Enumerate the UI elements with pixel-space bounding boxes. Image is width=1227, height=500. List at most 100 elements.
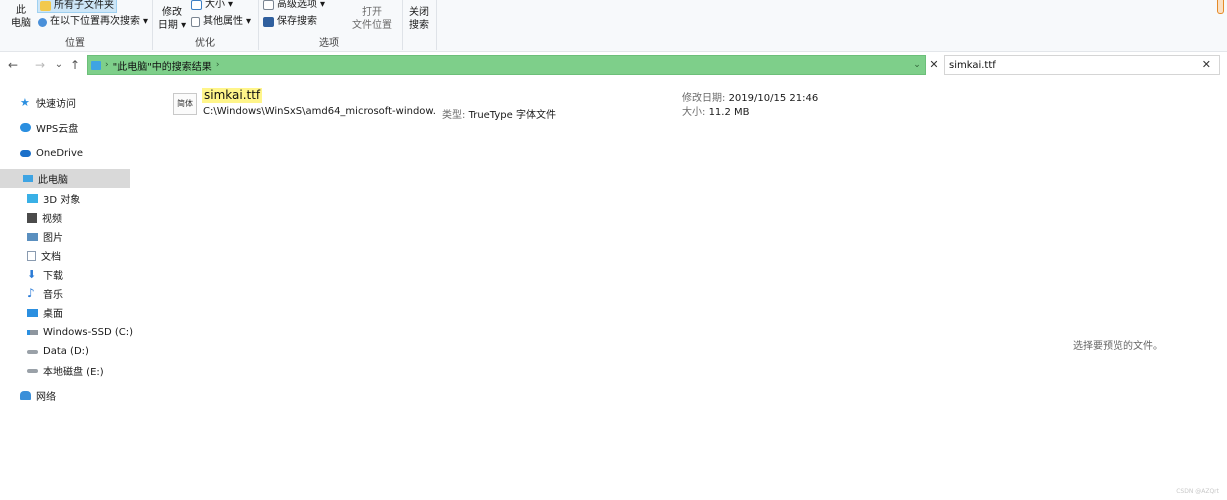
advanced-options-button[interactable]: 高级选项 ▾ (263, 0, 325, 11)
close-search-button[interactable]: 关闭 搜索 (403, 6, 435, 32)
group-label-location: 位置 (65, 38, 85, 49)
open-location-label-2: 文件位置 (352, 20, 392, 31)
sidebar-item-label: 网络 (36, 392, 56, 403)
search-again-button[interactable]: 在以下位置再次搜索 ▾ (38, 16, 148, 28)
download-icon: ⬇ (27, 268, 37, 281)
search-again-label: 在以下位置再次搜索 (50, 16, 140, 27)
ribbon-group-location: 此 电脑 所有子文件夹 在以下位置再次搜索 ▾ 位置 (0, 0, 150, 52)
sidebar-item-network[interactable]: 网络 (0, 386, 130, 405)
properties-icon (191, 17, 200, 27)
sidebar-item-label: 快速访问 (36, 99, 76, 110)
navigation-bar: ← → ⌄ ↑ › "此电脑"中的搜索结果 › ⌄ ✕ simkai.ttf ✕ (0, 55, 1227, 76)
modified-label-2: 日期 (157, 20, 178, 31)
watermark: CSDN @AZQrt (1176, 488, 1219, 495)
ribbon-group-optimize: 修改 日期 ▾ 大小 ▾ 其他属性 ▾ 优化 (153, 0, 257, 52)
sidebar-item-label: 文档 (41, 252, 61, 263)
desktop-icon (27, 308, 38, 317)
sidebar-item-label: 此电脑 (38, 175, 68, 186)
dropdown-arrow-icon: ▾ (320, 0, 326, 10)
save-icon (263, 17, 274, 27)
dropdown-arrow-icon: ▾ (246, 16, 252, 27)
close-search-label-2: 搜索 (409, 20, 429, 31)
stop-search-icon[interactable]: ✕ (928, 56, 940, 74)
computer-icon (23, 175, 33, 182)
computer-icon (91, 60, 101, 70)
other-properties-label: 其他属性 (203, 16, 243, 27)
address-history-dropdown-icon[interactable]: ⌄ (910, 57, 924, 73)
preview-pane-message: 选择要预览的文件。 (1073, 341, 1163, 352)
dropdown-arrow-icon: ▾ (143, 16, 149, 27)
file-name[interactable]: simkai.ttf (202, 88, 263, 103)
recent-locations-button[interactable]: ⌄ (52, 57, 66, 73)
ribbon-scroll-handle[interactable] (1217, 0, 1224, 14)
sidebar-item-downloads[interactable]: ⬇ 下载 (0, 265, 130, 284)
other-properties-button[interactable]: 其他属性 ▾ (191, 16, 251, 28)
sidebar-item-label: Data (D:) (43, 346, 89, 357)
breadcrumb-chevron-icon[interactable]: › (105, 60, 109, 70)
sidebar-item-onedrive[interactable]: OneDrive (0, 144, 130, 163)
up-button[interactable]: ↑ (68, 57, 82, 73)
open-file-location-button[interactable]: 打开 文件位置 (347, 6, 397, 32)
pictures-icon (27, 232, 38, 241)
sidebar-item-label: 桌面 (43, 309, 63, 320)
star-icon: ★ (20, 96, 30, 109)
modified-date-button[interactable]: 修改 日期 ▾ (157, 6, 187, 32)
modified-date-row: 修改日期: 2019/10/15 21:46 (682, 92, 818, 106)
this-pc-button[interactable]: 此 电脑 (8, 4, 34, 30)
sidebar-item-wps-cloud[interactable]: WPS云盘 (0, 118, 130, 137)
sidebar-item-drive-e[interactable]: 本地磁盘 (E:) (0, 361, 130, 380)
music-icon: ♪ (27, 286, 35, 300)
save-search-button[interactable]: 保存搜索 (263, 16, 317, 28)
sidebar-item-pictures[interactable]: 图片 (0, 227, 130, 246)
sidebar-item-3d-objects[interactable]: 3D 对象 (0, 189, 130, 208)
file-type-label: 类型: (442, 110, 466, 121)
sidebar-item-label: 3D 对象 (43, 195, 81, 206)
sidebar-item-label: 视频 (42, 214, 62, 225)
breadcrumb-search-results[interactable]: "此电脑"中的搜索结果 (113, 58, 212, 73)
onedrive-icon (20, 150, 31, 157)
3d-objects-icon (27, 194, 38, 203)
sidebar-item-this-pc[interactable]: 此电脑 (0, 169, 130, 188)
sidebar-item-desktop[interactable]: 桌面 (0, 303, 130, 322)
save-search-label: 保存搜索 (277, 16, 317, 27)
sidebar-item-music[interactable]: ♪ 音乐 (0, 284, 130, 303)
close-search-label-1: 关闭 (409, 7, 429, 18)
file-type-value: TrueType 字体文件 (468, 110, 556, 121)
advanced-options-label: 高级选项 (277, 0, 317, 10)
sidebar-item-drive-c[interactable]: Windows-SSD (C:) (0, 323, 133, 342)
sidebar-item-videos[interactable]: 视频 (0, 208, 130, 227)
sidebar-item-label: WPS云盘 (36, 124, 79, 135)
file-type: 类型: TrueType 字体文件 (442, 106, 556, 121)
file-size-label: 大小: (682, 107, 706, 118)
modified-date-value: 2019/10/15 21:46 (728, 93, 819, 104)
breadcrumb-chevron-icon[interactable]: › (216, 60, 220, 70)
cloud-icon (20, 123, 31, 132)
sidebar-item-documents[interactable]: 文档 (0, 246, 130, 265)
search-input[interactable]: simkai.ttf (949, 60, 996, 71)
sidebar-item-label: OneDrive (36, 148, 84, 159)
clear-search-icon[interactable]: ✕ (1202, 56, 1211, 74)
video-icon (27, 212, 37, 223)
sidebar-item-label: 下载 (43, 271, 63, 282)
sidebar-item-label: 图片 (43, 233, 63, 244)
advanced-options-icon (263, 0, 274, 10)
address-bar[interactable]: › "此电脑"中的搜索结果 › ⌄ (87, 55, 926, 75)
size-button[interactable]: 大小 ▾ (191, 0, 233, 11)
network-icon (20, 391, 31, 400)
drive-c-icon (27, 330, 38, 335)
sidebar-item-drive-d[interactable]: Data (D:) (0, 342, 130, 361)
all-subfolders-button[interactable]: 所有子文件夹 (37, 0, 117, 13)
modified-date-label: 修改日期: (682, 93, 726, 104)
this-pc-label-2: 电脑 (11, 18, 31, 29)
forward-button[interactable]: → (33, 57, 47, 73)
search-location-icon (38, 17, 47, 27)
back-button[interactable]: ← (6, 57, 20, 73)
drive-icon (27, 349, 38, 354)
sidebar-item-quick-access[interactable]: ★ 快速访问 (0, 93, 130, 112)
font-file-icon: 简体 (173, 93, 197, 115)
subfolders-icon (40, 1, 51, 11)
navigation-pane: ★ 快速访问 WPS云盘 OneDrive 此电脑 3D 对象 视频 图片 文档… (0, 85, 133, 500)
search-box[interactable]: simkai.ttf ✕ (944, 55, 1220, 75)
group-label-options: 选项 (319, 38, 339, 49)
drive-icon (27, 368, 38, 373)
